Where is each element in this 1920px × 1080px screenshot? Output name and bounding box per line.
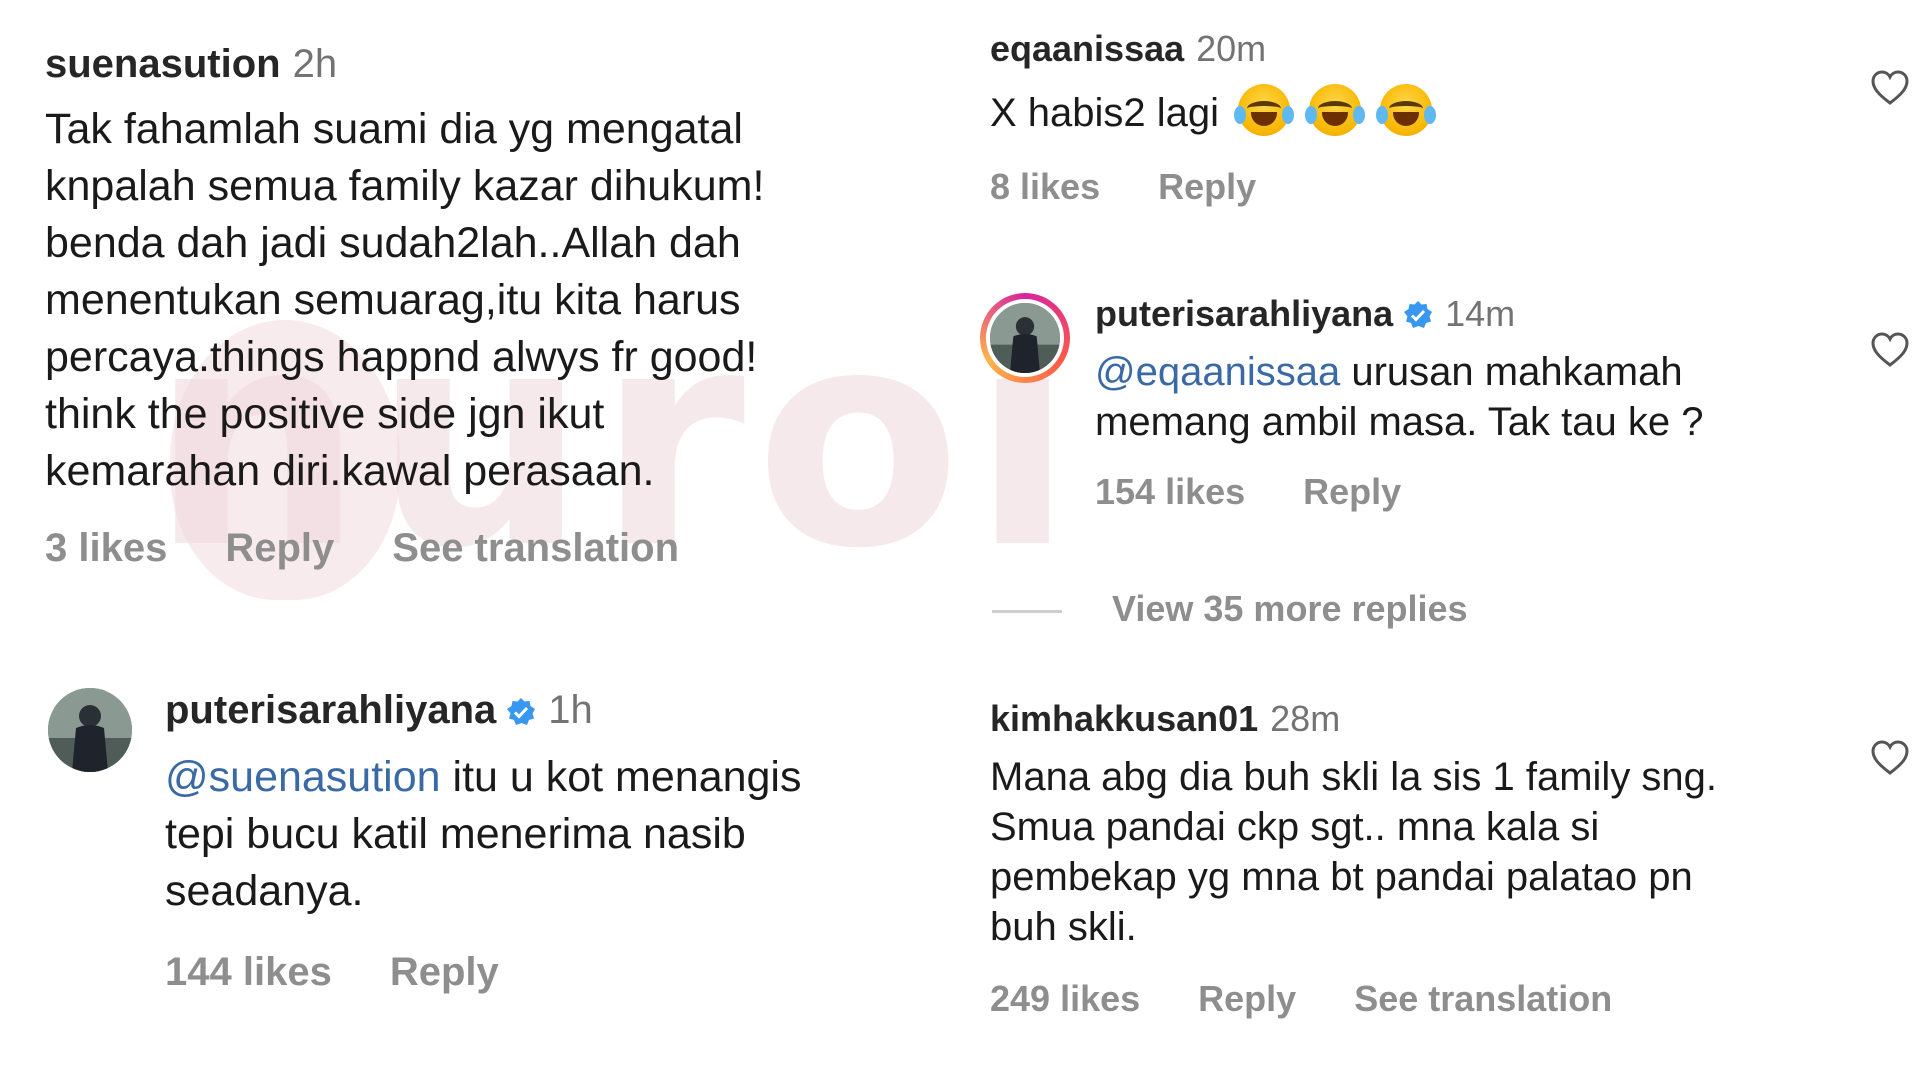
comment-actions: 8 likes Reply — [990, 166, 1790, 208]
comment-line: pembekap yg mna bt pandai palatao pn — [990, 855, 1693, 899]
comment-line: seadanya. — [165, 867, 364, 915]
comment-puterisarahliyana-1: puterisarahliyana 1h @suenasution itu u … — [165, 688, 955, 995]
reply-button[interactable]: Reply — [1198, 978, 1296, 1020]
comment-line: Tak fahamlah suami dia yg mengatal — [45, 105, 743, 153]
comment-line: percaya.things happnd alwys fr good! — [45, 333, 758, 381]
comment-username[interactable]: puterisarahliyana — [1095, 293, 1393, 335]
comment-line: Mana abg dia buh skli la sis 1 family sn… — [990, 755, 1718, 799]
verified-badge-icon — [506, 692, 536, 725]
comment-text: @eqaanissaa urusan mahkamah memang ambil… — [1095, 347, 1835, 447]
tears-of-joy-icon — [1376, 84, 1437, 136]
comment-username[interactable]: suenasution — [45, 42, 281, 87]
mention-link[interactable]: @eqaanissaa — [1095, 350, 1340, 394]
verified-badge-icon — [1403, 297, 1433, 328]
reply-button[interactable]: Reply — [225, 526, 334, 571]
comment-line: buh skli. — [990, 905, 1137, 949]
comment-suenasution: suenasution 2h Tak fahamlah suami dia yg… — [45, 42, 945, 571]
avatar[interactable] — [986, 299, 1064, 377]
view-replies-line — [992, 609, 1062, 613]
comment-line: benda dah jadi sudah2lah..Allah dah — [45, 219, 741, 267]
likes-count[interactable]: 3 likes — [45, 526, 167, 571]
comment-line: knpalah semua family kazar dihukum! — [45, 162, 765, 210]
comment-line: urusan mahkamah — [1340, 350, 1683, 394]
view-more-label: View 35 more replies — [1112, 588, 1468, 629]
comment-line: menentukan semuarag,itu kita harus — [45, 276, 741, 324]
comment-text: Tak fahamlah suami dia yg mengatal knpal… — [45, 101, 945, 500]
heart-outline-icon[interactable] — [1870, 738, 1910, 778]
comment-line: think the positive side jgn ikut — [45, 390, 605, 438]
likes-count[interactable]: 144 likes — [165, 950, 332, 995]
comment-time: 20m — [1196, 28, 1267, 69]
reply-button[interactable]: Reply — [390, 950, 499, 995]
comment-text: Mana abg dia buh skli la sis 1 family sn… — [990, 752, 1850, 952]
likes-count[interactable]: 249 likes — [990, 978, 1140, 1020]
likes-count[interactable]: 8 likes — [990, 166, 1100, 208]
comment-username[interactable]: kimhakkusan01 — [990, 698, 1258, 740]
reply-button[interactable]: Reply — [1158, 166, 1256, 208]
comment-line: memang ambil masa. Tak tau ke ? — [1095, 400, 1704, 444]
comment-text: @suenasution itu u kot menangis tepi buc… — [165, 749, 955, 920]
comment-actions: 154 likes Reply — [1095, 471, 1835, 513]
comment-eqaanissaa: eqaanissaa 20m X habis2 lagi 8 likes Rep… — [990, 28, 1790, 208]
tears-of-joy-icon — [1305, 84, 1366, 136]
comment-kimhakkusan01: kimhakkusan01 28m Mana abg dia buh skli … — [990, 698, 1850, 1020]
comment-time: 2h — [292, 42, 338, 86]
comment-line: kemarahan diri.kawal perasaan. — [45, 447, 655, 495]
comment-actions: 144 likes Reply — [165, 950, 955, 995]
comment-actions: 249 likes Reply See translation — [990, 978, 1850, 1020]
comment-username[interactable]: eqaanissaa — [990, 28, 1184, 70]
heart-outline-icon[interactable] — [1870, 330, 1910, 370]
likes-count[interactable]: 154 likes — [1095, 471, 1245, 513]
reply-button[interactable]: Reply — [1303, 471, 1401, 513]
comment-line: Smua pandai ckp sgt.. mna kala si — [990, 805, 1600, 849]
comment-time: 1h — [548, 688, 593, 732]
comment-line: tepi bucu katil menerima nasib — [165, 810, 746, 858]
heart-outline-icon[interactable] — [1870, 68, 1910, 108]
mention-link[interactable]: @suenasution — [165, 753, 441, 801]
see-translation-button[interactable]: See translation — [1354, 978, 1612, 1020]
comment-line: itu u kot menangis — [440, 753, 802, 801]
tears-of-joy-icon — [1234, 84, 1295, 136]
comment-puterisarahliyana-2: puterisarahliyana 14m @eqaanissaa urusan… — [1095, 293, 1835, 513]
comment-actions: 3 likes Reply See translation — [45, 526, 945, 571]
avatar[interactable] — [48, 688, 132, 772]
view-more-replies-button[interactable]: View 35 more replies — [992, 588, 1468, 630]
comment-line: X habis2 lagi — [990, 91, 1220, 135]
comment-time: 14m — [1445, 293, 1516, 334]
comment-text: X habis2 lagi — [990, 84, 1790, 140]
comment-username[interactable]: puterisarahliyana — [165, 688, 496, 733]
comment-time: 28m — [1270, 698, 1341, 739]
see-translation-button[interactable]: See translation — [392, 526, 679, 571]
